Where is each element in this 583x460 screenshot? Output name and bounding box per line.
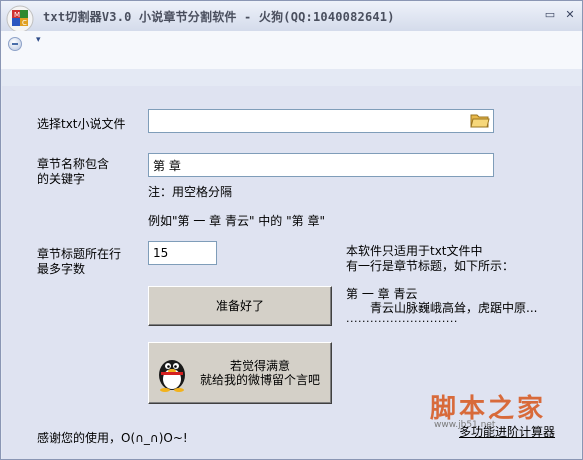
feedback-line2: 就给我的微博留个言吧 [199,373,320,387]
title-bar[interactable]: M C txt切割器V3.0 小说章节分割软件 - 火狗(QQ:10400826… [1,1,582,33]
ready-button[interactable]: 准备好了 [148,286,332,326]
keyword-example: 例如"第 一 章 青云" 中的 "第 章" [148,214,325,228]
thanks-text: 感谢您的使用，O(∩_∩)O~! [37,431,188,445]
toolbar: ▾ [1,31,582,69]
close-button[interactable]: ✕ [563,8,577,22]
info-line2: 有一行是章节标题，如下所示： [346,259,515,273]
info-dots: ............................ [346,312,458,325]
file-label: 选择txt小说文件 [37,117,126,131]
svg-text:M: M [14,11,20,19]
app-logo-icon: M C [6,5,34,33]
toolbar-collapse-icon[interactable] [8,37,22,51]
keyword-label-line2: 的关键字 [37,172,86,186]
max-chars-input[interactable] [148,241,217,265]
keyword-input[interactable] [148,153,494,177]
window-title: txt切割器V3.0 小说章节分割软件 - 火狗(QQ:1040082641) [43,10,395,24]
qq-penguin-icon [159,360,185,392]
file-path-input[interactable] [148,109,494,133]
separator-note: 注：用空格分隔 [148,185,233,199]
svg-text:C: C [22,19,27,27]
minimize-button[interactable]: ▭ [543,8,557,22]
open-folder-icon[interactable] [470,111,490,129]
feedback-button[interactable]: 若觉得满意 就给我的微博留个言吧 [148,342,332,404]
calculator-link[interactable]: 多功能进阶计算器 [459,423,555,440]
max-chars-label-line2: 最多字数 [37,262,86,276]
ready-button-label: 准备好了 [215,299,264,313]
toolbar-dropdown-icon[interactable]: ▾ [36,35,41,45]
